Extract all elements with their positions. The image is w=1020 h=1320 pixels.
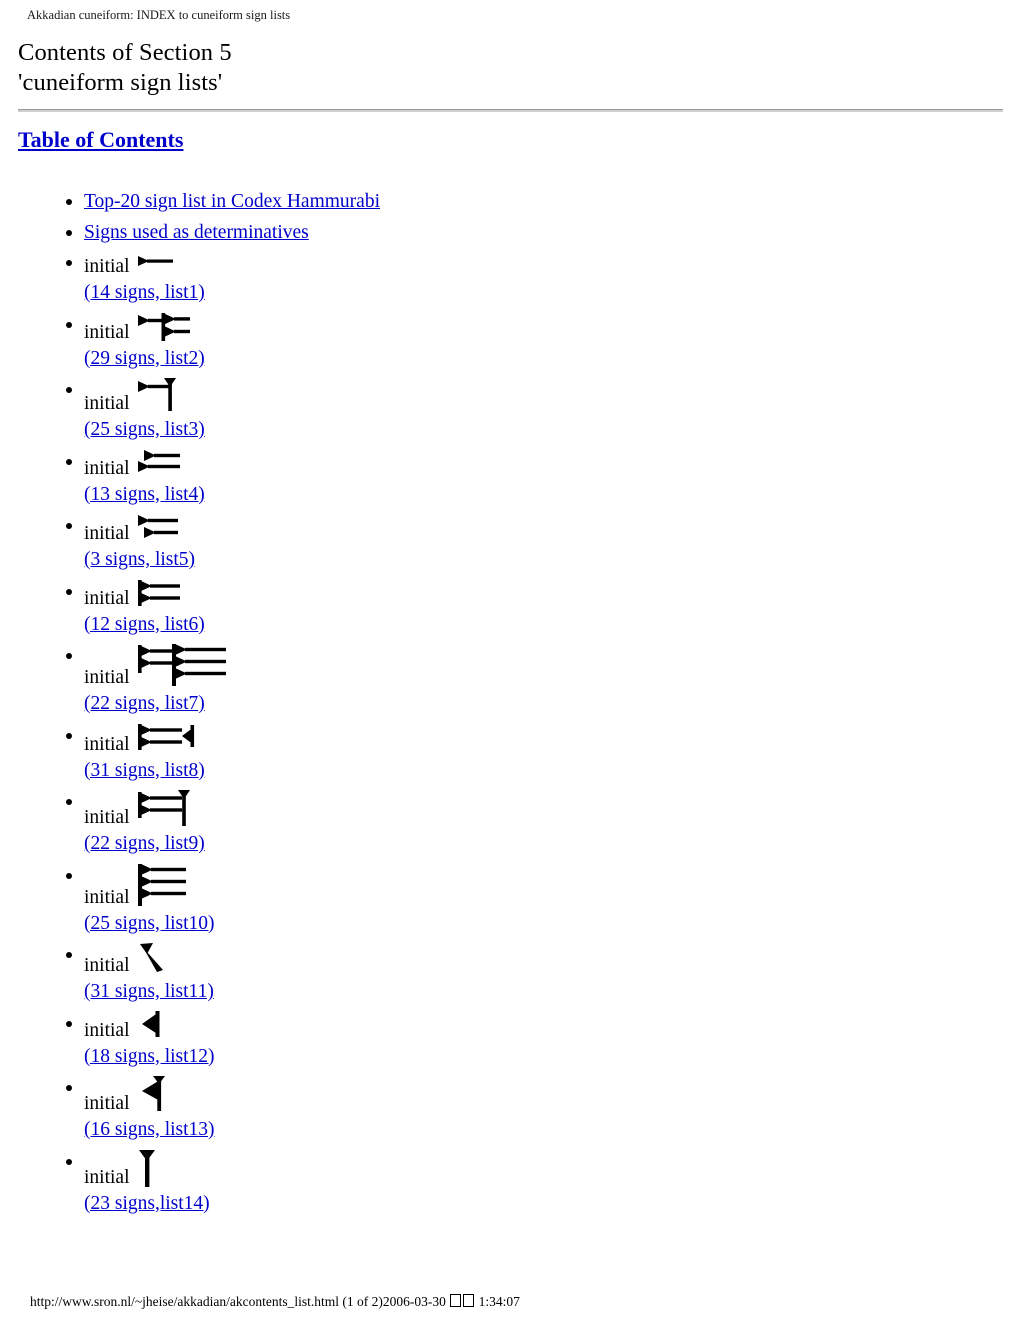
cuneiform-sign-2-icon [136, 311, 192, 345]
cuneiform-sign-6-icon [136, 578, 182, 610]
initial-label: initial [84, 733, 130, 755]
list-item[interactable]: initial (31 signs, list8) [66, 722, 380, 786]
initial-label: initial [84, 886, 130, 908]
link-list4[interactable]: (13 signs, list4) [84, 481, 380, 510]
list-item[interactable]: initial (12 signs, list6) [66, 578, 380, 640]
link-list8[interactable]: (31 signs, list8) [84, 757, 380, 786]
link-list11[interactable]: (31 signs, list11) [84, 978, 380, 1007]
glyph-row: initial [84, 376, 380, 416]
link-list5[interactable]: (3 signs, list5) [84, 546, 380, 575]
glyph-row: initial [84, 642, 380, 690]
list-item[interactable]: initial (25 signs, list10) [66, 862, 380, 939]
list-item[interactable]: initial (14 signs, list1) [66, 249, 380, 308]
link-list1[interactable]: (14 signs, list1) [84, 279, 380, 308]
link-list10[interactable]: (25 signs, list10) [84, 910, 380, 939]
list-item[interactable]: initial (3 signs, list5) [66, 512, 380, 575]
cuneiform-sign-1-icon [136, 253, 176, 275]
initial-label: initial [84, 667, 130, 688]
initial-label: initial [84, 1019, 130, 1041]
cuneiform-sign-12-icon [136, 1010, 164, 1040]
list-item[interactable]: Top-20 sign list in Codex Hammurabi [66, 188, 380, 217]
glyph-row: initial [84, 311, 380, 345]
footer-spacer-2 [446, 1294, 449, 1309]
glyph-row: initial [84, 578, 380, 611]
table-of-contents-heading[interactable]: Table of Contents [18, 127, 183, 153]
missing-glyph-box-2 [463, 1294, 475, 1307]
initial-label: initial [84, 457, 130, 479]
list-item[interactable]: initial (16 signs, list13) [66, 1074, 380, 1145]
list-item[interactable]: initial (29 signs, list2) [66, 311, 380, 374]
glyph-row: initial [84, 1148, 380, 1190]
browser-print-header: Akkadian cuneiform: INDEX to cuneiform s… [27, 8, 291, 22]
glyph-row: initial [84, 722, 380, 757]
cuneiform-sign-14-icon [136, 1148, 160, 1190]
footer-url: http://www.sron.nl/~jheise/akkadian/akco… [30, 1294, 340, 1309]
initial-label: initial [84, 393, 130, 414]
link-signs-determinatives[interactable]: Signs used as determinatives [84, 222, 309, 243]
page-title: Contents of Section 5 'cuneiform sign li… [0, 38, 1020, 98]
glyph-row: initial [84, 862, 380, 910]
link-list3[interactable]: (25 signs, list3) [84, 416, 380, 445]
list-item[interactable]: initial (22 signs, list9) [66, 788, 380, 859]
page-content: Contents of Section 5 'cuneiform sign li… [0, 38, 1020, 1214]
link-list7[interactable]: (22 signs, list7) [84, 690, 380, 719]
list-item[interactable]: initial (18 signs, list12) [66, 1010, 380, 1072]
list-item[interactable]: initial (31 signs, list11) [66, 941, 380, 1007]
cuneiform-sign-3-icon [136, 376, 180, 416]
footer-time: 1:34:07 [478, 1294, 520, 1309]
glyph-row: initial [84, 249, 380, 279]
glyph-row: initial [84, 941, 380, 978]
cuneiform-sign-5-icon [136, 512, 180, 546]
cuneiform-sign-11-icon [136, 941, 170, 977]
list-item[interactable]: initial (13 signs, list4) [66, 448, 380, 510]
table-of-contents-list: Top-20 sign list in Codex Hammurabi Sign… [0, 188, 380, 1221]
initial-label: initial [84, 523, 130, 544]
horizontal-divider [18, 109, 1003, 112]
glyph-row: initial [84, 448, 380, 481]
list-item[interactable]: initial (25 signs, list3) [66, 376, 380, 445]
glyph-row: initial [84, 1010, 380, 1043]
cuneiform-sign-10-icon [136, 862, 188, 910]
glyph-row: initial [84, 788, 380, 830]
initial-label: initial [84, 587, 130, 609]
link-list6[interactable]: (12 signs, list6) [84, 611, 380, 640]
cuneiform-sign-9-icon [136, 788, 194, 830]
footer-date: 2006-03-30 [382, 1294, 446, 1309]
initial-label: initial [84, 955, 130, 976]
initial-label: initial [84, 1166, 130, 1188]
initial-label: initial [84, 256, 130, 277]
link-list2[interactable]: (29 signs, list2) [84, 345, 380, 374]
cuneiform-sign-13-icon [136, 1074, 168, 1116]
link-list9[interactable]: (22 signs, list9) [84, 830, 380, 859]
link-list14[interactable]: (23 signs,list14) [84, 1190, 380, 1219]
list-item[interactable]: Signs used as determinatives [66, 219, 380, 248]
initial-label: initial [84, 1093, 130, 1114]
list-item[interactable]: initial (22 signs, list7) [66, 642, 380, 719]
link-list13[interactable]: (16 signs, list13) [84, 1116, 380, 1145]
page-title-line-1: Contents of Section 5 [18, 39, 232, 66]
cuneiform-sign-7-icon [136, 642, 228, 690]
link-list12[interactable]: (18 signs, list12) [84, 1043, 380, 1072]
page-title-line-2: 'cuneiform sign lists' [18, 69, 223, 96]
footer-pagination: (1 of 2) [342, 1294, 383, 1309]
glyph-row: initial [84, 512, 380, 546]
link-top20-sign-list[interactable]: Top-20 sign list in Codex Hammurabi [84, 191, 380, 212]
list-item[interactable]: initial (23 signs,list14) [66, 1148, 380, 1219]
cuneiform-sign-8-icon [136, 722, 198, 756]
glyph-row: initial [84, 1074, 380, 1116]
cuneiform-sign-4-icon [136, 448, 182, 480]
initial-label: initial [84, 807, 130, 828]
initial-label: initial [84, 321, 130, 343]
browser-print-footer: http://www.sron.nl/~jheise/akkadian/akco… [30, 1294, 520, 1310]
missing-glyph-box-1 [450, 1294, 462, 1307]
